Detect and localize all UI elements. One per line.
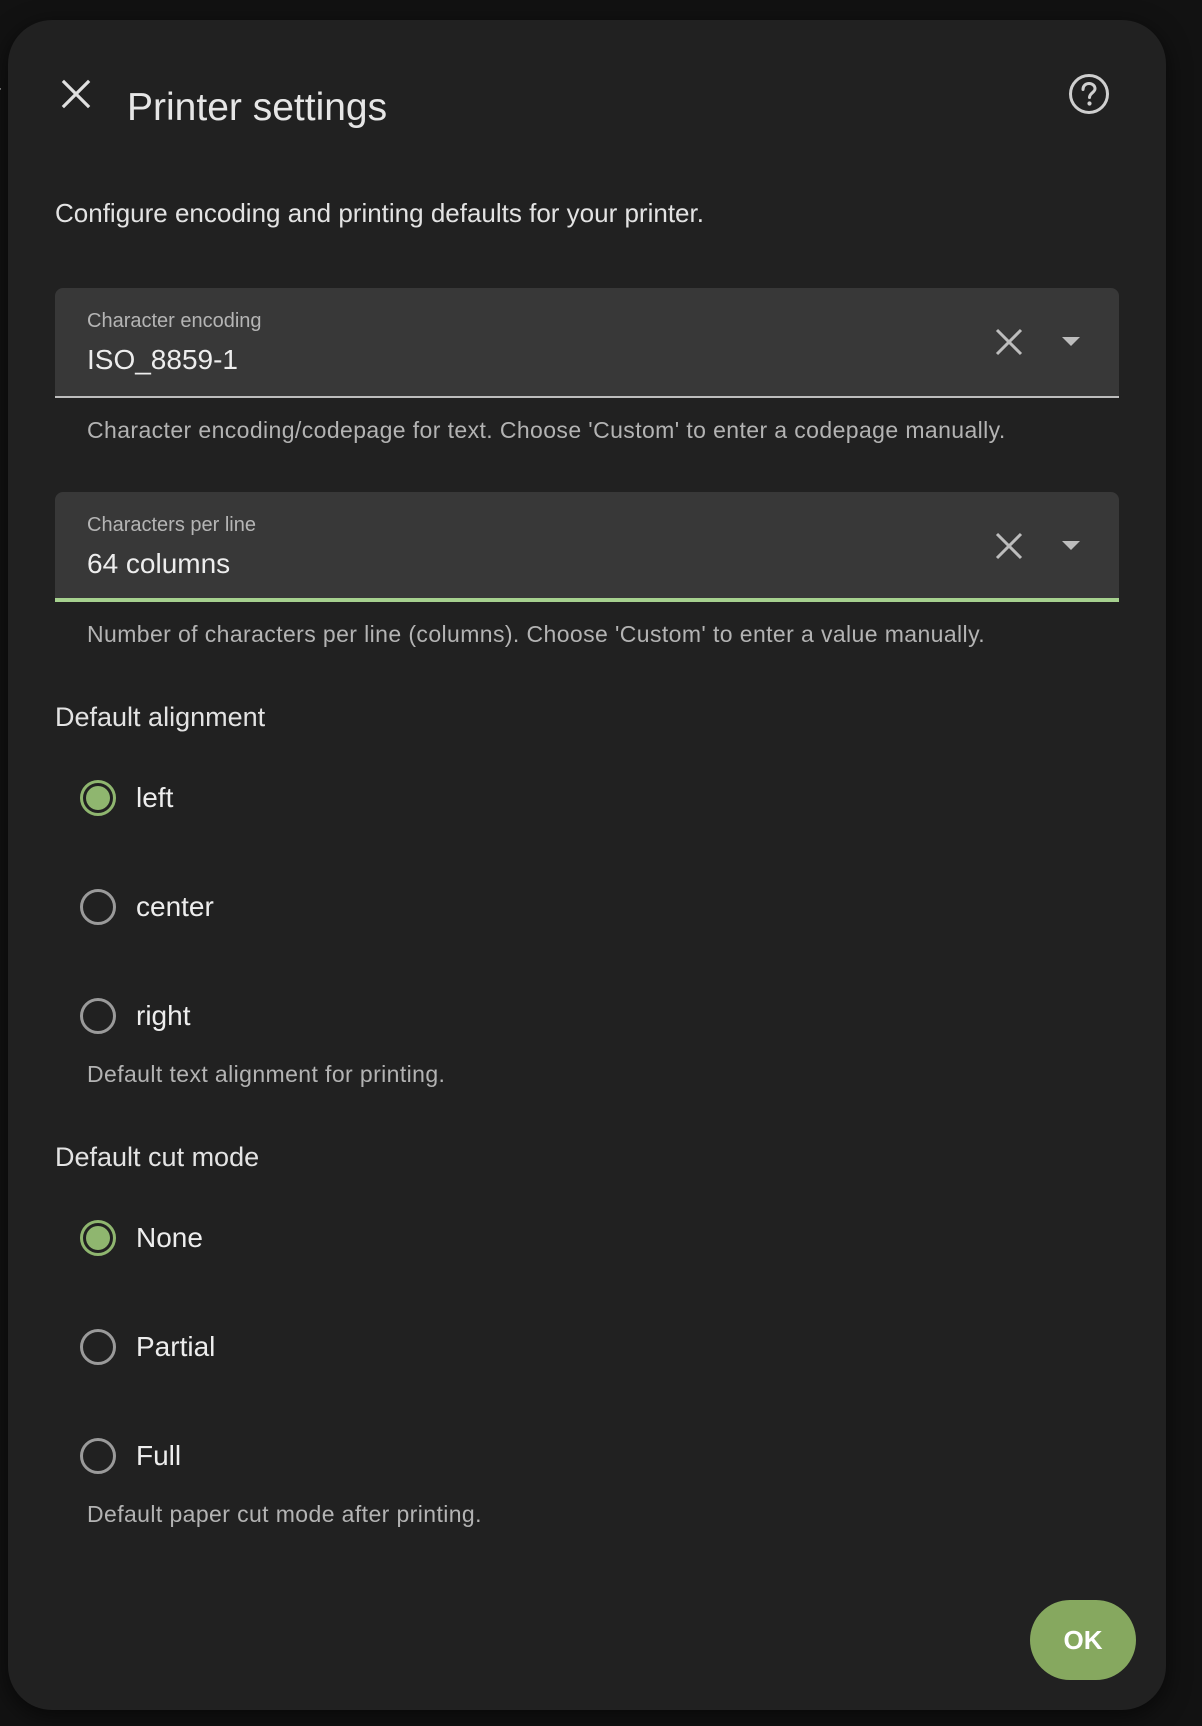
radio-alignment-center[interactable]: center [80, 877, 214, 937]
clear-icon [995, 532, 1023, 565]
clear-encoding-button[interactable] [985, 320, 1033, 368]
printer-settings-dialog: Printer settings Configure encoding and … [8, 20, 1166, 1710]
radio-label: left [136, 782, 174, 813]
columns-dropdown-button[interactable] [1047, 524, 1095, 572]
radio-unchecked-icon[interactable] [80, 1329, 116, 1365]
encoding-dropdown-button[interactable] [1047, 320, 1095, 368]
help-circle-icon [1068, 73, 1110, 120]
radio-cut-none[interactable]: None [80, 1208, 203, 1268]
clear-icon [995, 328, 1023, 361]
radio-label: right [136, 1000, 191, 1031]
close-button[interactable] [48, 68, 104, 124]
character-encoding-value: ISO_8859-1 [87, 344, 238, 375]
default-cut-mode-helper: Default paper cut mode after printing. [87, 1501, 482, 1527]
dialog-description: Configure encoding and printing defaults… [55, 198, 704, 228]
ok-button[interactable]: OK [1030, 1600, 1136, 1680]
character-encoding-select[interactable]: Character encoding ISO_8859-1 [55, 288, 1119, 398]
radio-checked-icon[interactable] [80, 1220, 116, 1256]
radio-label: center [136, 891, 214, 922]
radio-label: Partial [136, 1331, 216, 1362]
default-cut-mode-title: Default cut mode [55, 1142, 260, 1172]
help-button[interactable] [1059, 66, 1119, 126]
backdrop-text: r [0, 80, 1, 106]
radio-alignment-left[interactable]: left [80, 768, 173, 828]
radio-cut-partial[interactable]: Partial [80, 1317, 215, 1377]
radio-cut-full[interactable]: Full [80, 1426, 181, 1486]
radio-label: None [136, 1222, 203, 1253]
caret-down-icon [1061, 539, 1081, 557]
characters-per-line-select[interactable]: Characters per line 64 columns [55, 492, 1119, 602]
default-alignment-helper: Default text alignment for printing. [87, 1061, 446, 1087]
default-alignment-title: Default alignment [55, 702, 266, 732]
radio-unchecked-icon[interactable] [80, 1438, 116, 1474]
radio-unchecked-icon[interactable] [80, 998, 116, 1034]
character-encoding-helper: Character encoding/codepage for text. Ch… [87, 417, 1006, 443]
caret-down-icon [1061, 335, 1081, 353]
radio-label: Full [136, 1440, 182, 1471]
radio-alignment-right[interactable]: right [80, 986, 190, 1046]
character-encoding-label: Character encoding [87, 310, 262, 332]
radio-checked-icon[interactable] [80, 780, 116, 816]
dialog-title: Printer settings [127, 86, 388, 129]
radio-unchecked-icon[interactable] [80, 889, 116, 925]
characters-per-line-helper: Number of characters per line (columns).… [87, 621, 986, 647]
characters-per-line-value: 64 columns [87, 548, 231, 579]
clear-columns-button[interactable] [985, 524, 1033, 572]
close-icon [61, 79, 91, 114]
characters-per-line-label: Characters per line [87, 514, 256, 536]
